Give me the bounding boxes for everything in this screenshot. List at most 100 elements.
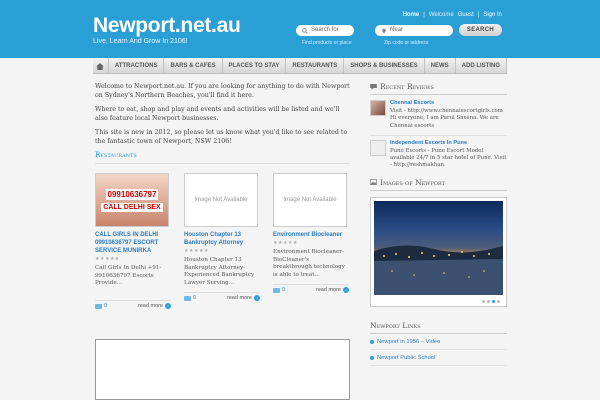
listing-footer: 0 read more ›: [273, 284, 349, 293]
listing-thumbnail[interactable]: Image Not Available: [273, 173, 347, 227]
listing-title[interactable]: CALL GIRLS IN DELHI 09910636797 ESCORT S…: [95, 231, 171, 255]
read-more-link[interactable]: read more ›: [138, 303, 171, 309]
site-logo[interactable]: Newport.net.au: [93, 14, 241, 38]
nav-add-listing[interactable]: ADD LISTING: [456, 58, 507, 73]
main-content: Welcome to Newport.net.au. If you are lo…: [95, 82, 350, 164]
review-excerpt: Pune Escorts - Pune Escort Model availab…: [390, 147, 507, 169]
map-embed[interactable]: [95, 339, 350, 400]
listing-thumbnail[interactable]: Image Not Available: [184, 173, 258, 227]
slider-dot[interactable]: [497, 299, 500, 303]
nav-shops-businesses[interactable]: SHOPS & BUSINESSES: [344, 58, 425, 73]
comments-icon: [370, 83, 377, 90]
read-more-label: read more: [226, 295, 252, 301]
review-title[interactable]: Independent Escorts In Pune: [390, 140, 507, 146]
slider-dot[interactable]: [487, 299, 490, 303]
comment-count[interactable]: 0: [95, 303, 107, 309]
read-more-link[interactable]: read more ›: [227, 295, 260, 301]
comment-count-value: 0: [193, 295, 197, 301]
recent-reviews-title: Recent Reviews: [370, 82, 507, 95]
listing-card: 09910636797 CALL DELHI SEX CALL GIRLS IN…: [95, 173, 171, 309]
separator: |: [423, 12, 425, 18]
intro-paragraph: Where to eat, shop and play and events a…: [95, 106, 340, 122]
nav-attractions[interactable]: ATTRACTIONS: [109, 58, 165, 73]
rating-stars: ★★★★★: [184, 248, 209, 254]
near-input[interactable]: Near: [375, 25, 453, 36]
sidebar-link-label: Newport in 1956 – Video: [377, 338, 441, 345]
arrow-right-icon: ›: [254, 295, 260, 301]
slider-dot-active[interactable]: [492, 299, 495, 303]
nav-bars-cafes[interactable]: BARS & CAFES: [164, 58, 223, 73]
home-icon: [96, 62, 105, 70]
near-placeholder: Near: [390, 27, 404, 33]
listing-card: Image Not Available Environment Bioclean…: [273, 173, 349, 309]
image-slider[interactable]: [370, 196, 507, 307]
sign-in-link[interactable]: Sign In: [483, 12, 502, 18]
slider-dot[interactable]: [482, 299, 485, 303]
search-placeholder: Search for: [311, 27, 339, 33]
listing-card: Image Not Available Houston Chapter 13 B…: [184, 173, 260, 309]
home-link[interactable]: Home: [403, 12, 420, 18]
comment-icon: [95, 303, 102, 309]
rating-stars: ★★★★★: [95, 256, 120, 262]
arrow-right-icon: ›: [165, 303, 171, 309]
comment-count[interactable]: 0: [184, 295, 196, 301]
search-input[interactable]: Search for: [296, 25, 354, 36]
listing-title[interactable]: Environment Biocleaner: [273, 231, 349, 239]
search-hint: Find products or place: [302, 40, 352, 46]
newport-photo[interactable]: [374, 200, 503, 295]
listing-footer: 0 read more ›: [184, 292, 260, 301]
avatar[interactable]: [370, 139, 386, 156]
nav-restaurants[interactable]: RESTAURANTS: [286, 58, 345, 73]
separator: |: [477, 12, 480, 18]
listing-title[interactable]: Houston Chapter 13 Bankruptcy Attorney: [184, 231, 260, 247]
bullet-icon: [370, 355, 374, 360]
restaurant-cards: 09910636797 CALL DELHI SEX CALL GIRLS IN…: [95, 173, 360, 309]
comment-count[interactable]: 0: [273, 287, 285, 293]
read-more-label: read more: [137, 303, 163, 309]
sidebar: Recent Reviews Chennai Escorts Visit - h…: [370, 82, 507, 366]
nav-news[interactable]: NEWS: [425, 58, 456, 73]
comment-count-value: 0: [282, 287, 286, 293]
sidebar-link[interactable]: Newport Public School: [370, 350, 507, 366]
welcome-text: Welcome: [428, 12, 454, 18]
read-more-label: read more: [315, 287, 341, 293]
listing-thumbnail[interactable]: 09910636797 CALL DELHI SEX: [95, 173, 169, 227]
guest-text: Guest: [457, 12, 474, 18]
sidebar-link-label: Newport Public School: [377, 354, 436, 361]
rating-stars: ★★★★★: [273, 240, 298, 246]
nav-places-to-stay[interactable]: PLACES TO STAY: [223, 58, 287, 73]
listing-excerpt: Houston Chapter 13 Bankruptcy Attorney-E…: [184, 257, 255, 286]
review-item: Independent Escorts In Pune Pune Escorts…: [370, 134, 507, 170]
intro-paragraph: Welcome to Newport.net.au. If you are lo…: [95, 83, 350, 99]
bullet-icon: [370, 339, 374, 344]
images-label: Images of Newport: [380, 177, 445, 187]
top-links: Home | Welcome Guest | Sign In: [403, 12, 502, 18]
intro-paragraph: This site is new in 2012, so please let …: [95, 129, 348, 145]
recent-reviews-label: Recent Reviews: [380, 82, 434, 91]
listing-excerpt: Call Girls In Delhi +91-9910636797 Escor…: [95, 265, 162, 286]
review-item: Chennai Escorts Visit - http://www.chenn…: [370, 100, 507, 130]
images-title: Images of Newport: [370, 178, 507, 191]
listing-footer: 0 read more ›: [95, 300, 171, 309]
sidebar-link[interactable]: Newport in 1956 – Video: [370, 334, 507, 350]
listing-excerpt: Environment Biocleaner- BioCleaner's bre…: [273, 249, 345, 278]
search-button[interactable]: SEARCH: [459, 24, 502, 36]
site-tagline: Live, Learn And Grow In 2106!: [93, 38, 188, 45]
arrow-right-icon: ›: [343, 287, 349, 293]
harbour-lights: [374, 245, 503, 295]
main-nav: ATTRACTIONS BARS & CAFES PLACES TO STAY …: [93, 58, 507, 74]
links-label: Newport Links: [370, 320, 421, 330]
site-header: Newport.net.au Live, Learn And Grow In 2…: [0, 0, 600, 58]
review-excerpt: Visit - http://www.chennaiescortgirls.co…: [390, 108, 503, 129]
thumb-phone-text: 09910636797: [105, 188, 159, 200]
avatar[interactable]: [370, 100, 386, 116]
nav-home[interactable]: [93, 58, 109, 74]
location-icon: [382, 28, 386, 34]
comment-count-value: 0: [104, 303, 108, 309]
review-title[interactable]: Chennai Escorts: [390, 100, 507, 106]
near-hint: Zip code or address: [384, 40, 429, 46]
read-more-link[interactable]: read more ›: [316, 287, 349, 293]
thumb-caption-text: CALL DELHI SEX: [101, 202, 163, 212]
restaurants-section-title[interactable]: Restaurants: [95, 151, 350, 164]
image-icon: [370, 179, 377, 186]
